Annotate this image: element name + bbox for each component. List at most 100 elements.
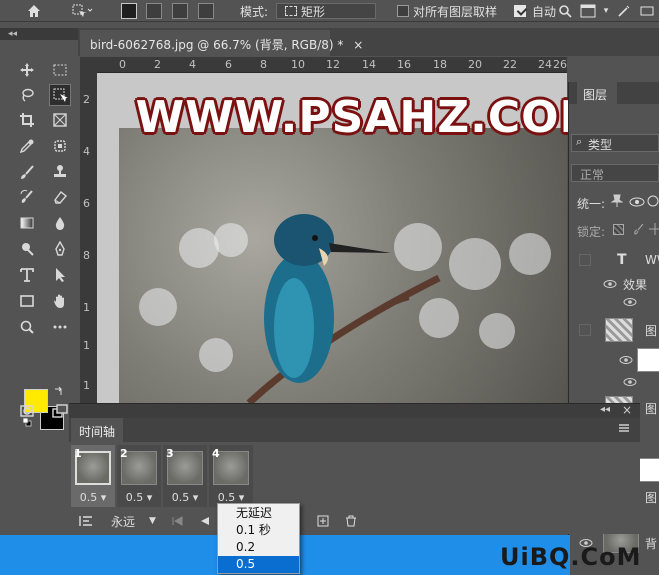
close-panel-icon[interactable]: × [622,403,632,417]
search-icon[interactable] [556,0,574,22]
ruler-vertical: 2 4 6 8 1 1 1 [80,73,97,403]
close-tab-icon[interactable]: × [353,38,363,52]
delay-option-0-2[interactable]: 0.2 [218,539,299,556]
delay-option-0-1[interactable]: 0.1 秒 [218,522,299,539]
rectangle-tool-icon[interactable] [16,290,38,312]
frame-number: 4 [212,447,220,460]
timeline-tab[interactable]: 时间轴 [71,418,123,442]
first-frame-icon[interactable] [171,514,183,528]
layer-row[interactable]: 图 [569,316,659,344]
frame-delay-select[interactable]: 0.5 ▾ [71,491,115,504]
loop-select[interactable]: 永远 ▼ [111,514,156,529]
delete-frame-icon[interactable] [345,514,357,528]
delay-option-no-delay[interactable]: 无延迟 [218,505,299,522]
visibility-unify-icon[interactable] [629,196,645,210]
clone-stamp-tool-icon[interactable] [49,161,71,183]
tool-preset-icon[interactable] [66,0,98,22]
animation-frame-2[interactable]: 2 0.5 ▾ [117,445,161,507]
document-canvas-image[interactable] [119,128,567,403]
lasso-tool-icon[interactable] [16,84,38,106]
screen-mode-icon[interactable] [49,400,71,422]
collapse-toolbar-icon[interactable]: ◂◂ [0,28,78,40]
layer-name: 图 [645,491,658,505]
mode-select[interactable]: 矩形 [276,3,376,19]
style-unify-icon[interactable] [647,195,659,210]
frame-delay-select[interactable]: 0.5 ▾ [117,491,161,504]
pen-tool-icon[interactable] [49,238,71,260]
layers-tab[interactable]: 图层 [577,82,617,104]
search-icon: ⌕ [576,135,583,148]
animation-frame-1[interactable]: 1 0.5 ▾ [71,445,115,507]
lock-transparent-icon[interactable] [613,224,624,235]
blend-mode-select[interactable]: 正常 [571,164,659,182]
more-tools-icon[interactable] [49,316,71,338]
gradient-tool-icon[interactable] [16,212,38,234]
layer-kind-filter[interactable]: ⌕ 类型 [571,134,659,152]
pin-icon[interactable] [610,194,624,211]
panel-menu-icon[interactable] [618,422,630,434]
type-tool-icon[interactable] [16,264,38,286]
eye-icon[interactable] [623,296,637,306]
swap-colors-icon[interactable] [54,386,64,399]
eye-icon[interactable] [603,278,617,288]
layer-row-white[interactable] [569,346,659,372]
auto-label: 自动 [532,4,556,19]
eye-icon[interactable] [623,376,637,386]
timeline-tab-bar: 时间轴 [69,418,640,442]
marquee-tool-icon[interactable] [49,59,71,81]
spot-healing-tool-icon[interactable] [49,135,71,157]
sample-all-layers-checkbox[interactable] [397,5,409,17]
layer-effect-item[interactable] [569,292,659,310]
frame-delay-select[interactable]: 0.5 ▾ [163,491,207,504]
frame-delay-dropdown: 无延迟 0.1 秒 0.2 0.5 [217,503,300,574]
add-to-selection-mode-icon[interactable] [146,3,162,19]
animation-frame-4[interactable]: 4 0.5 ▾ [209,445,253,507]
crop-tool-icon[interactable] [16,109,38,131]
layer-thumbnail [637,348,659,372]
history-brush-tool-icon[interactable] [16,186,38,208]
workspace-dropdown-icon[interactable]: ▾ [600,0,612,22]
zoom-tool-icon[interactable] [16,316,38,338]
eyedropper-tool-icon[interactable] [16,135,38,157]
blur-tool-icon[interactable] [49,212,71,234]
brush-tool-icon[interactable] [16,161,38,183]
new-selection-mode-icon[interactable] [121,3,137,19]
ruler-tick: 20 [468,58,482,71]
sample-all-layers-label: 对所有图层取样 [413,4,498,19]
dodge-tool-icon[interactable] [16,238,38,260]
layer-effects-row[interactable]: 效果 [569,274,659,292]
frame-tool-icon[interactable] [49,109,71,131]
new-frame-icon[interactable] [317,514,329,528]
hand-tool-icon[interactable] [49,290,71,312]
delay-option-0-5[interactable]: 0.5 [218,556,299,573]
eye-icon[interactable] [619,354,633,364]
home-icon[interactable] [22,0,46,22]
lock-brush-icon[interactable] [633,223,645,238]
workspace-icon[interactable] [578,0,598,22]
mode-select-value: 矩形 [301,4,326,19]
auto-enhance-checkbox[interactable] [514,5,526,17]
document-title: bird-6062768.jpg @ 66.7% (背景, RGB/8) * [90,38,344,52]
frame-delay-value: 0.5 [79,491,98,504]
layer-visibility-toggle[interactable] [579,254,591,266]
layer-visibility-toggle[interactable] [579,324,591,336]
document-tab[interactable]: bird-6062768.jpg @ 66.7% (背景, RGB/8) * × [80,30,363,56]
path-selection-tool-icon[interactable] [49,264,71,286]
layer-effect-item[interactable] [569,372,659,390]
subtract-selection-mode-icon[interactable] [172,3,188,19]
previous-frame-icon[interactable] [199,514,211,528]
lock-position-icon[interactable] [649,223,659,238]
object-selection-tool-icon[interactable] [49,84,71,106]
intersect-selection-mode-icon[interactable] [198,3,214,19]
effects-label: 效果 [623,278,648,292]
eraser-tool-icon[interactable] [49,186,71,208]
quick-mask-icon[interactable] [16,400,38,422]
layer-row-text[interactable]: T WW [569,248,659,274]
convert-to-video-timeline-icon[interactable] [79,514,93,528]
blend-mode-row: 正常 [569,162,659,184]
collapse-panel-icon[interactable]: ◂◂ [600,404,610,415]
refine-icon[interactable] [614,0,634,22]
move-tool-icon[interactable] [16,59,38,81]
animation-frame-3[interactable]: 3 0.5 ▾ [163,445,207,507]
overflow-icon[interactable] [636,0,658,22]
